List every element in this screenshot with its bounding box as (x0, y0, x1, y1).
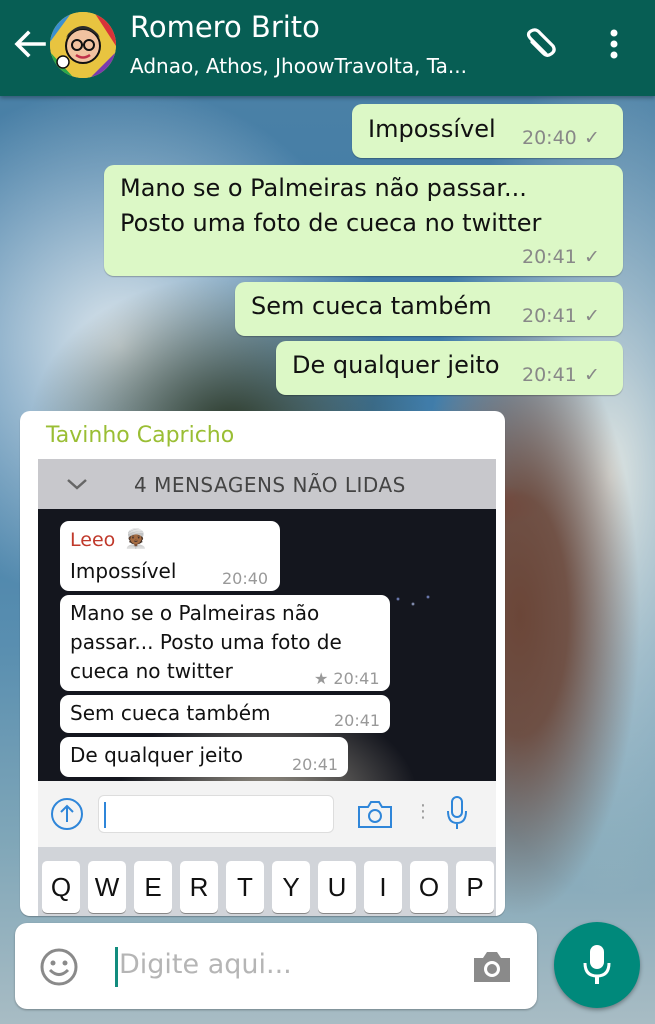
screenshot-keyboard: Q W E R T Y U I O P (38, 847, 496, 916)
screenshot-time: 20:40 (222, 569, 269, 588)
outgoing-message[interactable]: Impossível 20:40 ✓ (352, 104, 623, 158)
message-text: Impossível (368, 115, 496, 143)
microphone-icon (583, 945, 611, 984)
camera-icon (358, 801, 392, 828)
keyboard-key: P (456, 861, 494, 913)
outgoing-message[interactable]: Mano se o Palmeiras não passar... Posto … (104, 165, 623, 276)
keyboard-key: O (410, 861, 448, 913)
keyboard-key: U (318, 861, 356, 913)
message-text-line: Posto uma foto de cueca no twitter (120, 209, 542, 237)
chat-participants[interactable]: Adnao, Athos, JhoowTravolta, Ta... (130, 54, 467, 78)
screenshot-bubble: Sem cueca também 20:41 (60, 695, 390, 733)
emoji-icon: 👳🏾 (124, 528, 148, 550)
message-input[interactable]: Digite aqui... (119, 949, 292, 980)
message-text-line: Mano se o Palmeiras não passar... (120, 174, 527, 202)
arrow-left-icon (14, 30, 46, 58)
shared-screenshot[interactable]: 4 MENSAGENS NÃO LIDAS Leeo 👳🏾 Impossível… (38, 459, 496, 916)
more-options-button[interactable] (596, 24, 632, 68)
keyboard-key: I (364, 861, 402, 913)
smiley-icon (40, 948, 78, 986)
sent-check-icon: ✓ (584, 364, 600, 386)
message-time: 20:41 (522, 305, 577, 327)
chat-title[interactable]: Romero Brito (130, 10, 320, 44)
screenshot-time: 20:41 (334, 711, 381, 730)
attach-button[interactable] (516, 24, 560, 68)
keyboard-key: W (88, 861, 126, 913)
paperclip-icon (526, 28, 556, 57)
back-button[interactable] (8, 22, 52, 66)
chevron-down-icon (67, 479, 87, 490)
sent-check-icon: ✓ (584, 127, 600, 149)
outgoing-message[interactable]: Sem cueca também 20:41 ✓ (235, 282, 623, 336)
message-text: De qualquer jeito (292, 351, 500, 379)
message-time: 20:40 (522, 127, 577, 149)
sent-check-icon: ✓ (584, 305, 600, 327)
unread-banner-text: 4 MENSAGENS NÃO LIDAS (134, 473, 406, 497)
sent-check-icon: ✓ (584, 246, 600, 268)
screenshot-time: ★ 20:41 (314, 669, 380, 688)
screenshot-text: Sem cueca também (70, 701, 271, 725)
voice-record-button[interactable] (554, 922, 640, 1008)
incoming-image-message[interactable]: Tavinho Capricho 4 MENSAGENS NÃO LIDAS L… (20, 411, 505, 916)
message-text: Sem cueca também (251, 292, 492, 320)
screenshot-text: De qualquer jeito (70, 743, 243, 767)
group-avatar[interactable] (50, 12, 116, 78)
keyboard-key: R (180, 861, 218, 913)
screenshot-text-field (98, 795, 334, 833)
message-time: 20:41 (522, 246, 577, 268)
screenshot-time: 20:41 (292, 755, 339, 774)
upload-icon (51, 798, 83, 830)
keyboard-key: Y (272, 861, 310, 913)
microphone-icon (447, 796, 467, 829)
sender-name: Tavinho Capricho (46, 423, 235, 448)
message-input-bar[interactable]: Digite aqui... (15, 923, 537, 1009)
keyboard-key: T (226, 861, 264, 913)
screenshot-text: Impossível (70, 559, 177, 583)
screenshot-text-line: cueca no twitter (70, 659, 233, 683)
message-time: 20:41 (522, 364, 577, 386)
more-vert-icon (610, 29, 618, 59)
screenshot-text-line: Mano se o Palmeiras não (70, 601, 320, 625)
screenshot-compose-bar: ⋮ (38, 781, 496, 847)
outgoing-message[interactable]: De qualquer jeito 20:41 ✓ (276, 341, 623, 395)
chat-header: Romero Brito Adnao, Athos, JhoowTravolta… (0, 0, 655, 96)
unread-banner: 4 MENSAGENS NÃO LIDAS (38, 459, 496, 509)
camera-icon (474, 952, 510, 982)
screenshot-bubble: Mano se o Palmeiras não passar... Posto … (60, 595, 390, 691)
screenshot-text-line: passar... Posto uma foto de (70, 630, 342, 654)
screenshot-bubble: Leeo 👳🏾 Impossível 20:40 (60, 521, 280, 591)
camera-button[interactable] (470, 947, 514, 987)
keyboard-key: Q (42, 861, 80, 913)
emoji-button[interactable] (39, 947, 79, 987)
avatar-image (50, 12, 116, 78)
keyboard-key: E (134, 861, 172, 913)
divider-dots: ⋮ (414, 801, 432, 822)
screenshot-bubble: De qualquer jeito 20:41 (60, 737, 348, 777)
text-cursor (115, 947, 118, 987)
screenshot-sender: Leeo (70, 529, 116, 551)
